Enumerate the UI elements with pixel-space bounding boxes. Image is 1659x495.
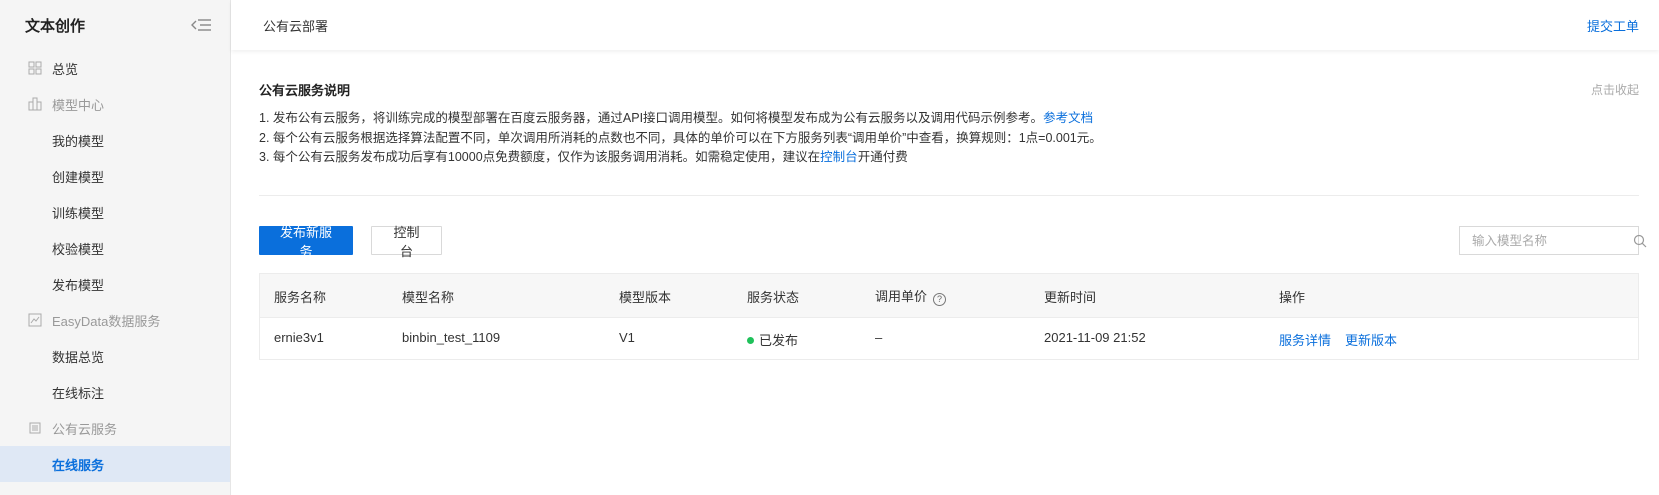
cell-model-name: binbin_test_1109: [402, 330, 501, 345]
header-service-status: 服务状态: [747, 290, 800, 305]
sidebar-item-overview[interactable]: 总览: [0, 50, 230, 86]
sidebar-item-label: 我的模型: [52, 133, 105, 149]
search-icon[interactable]: [1633, 234, 1647, 248]
divider: [259, 195, 1639, 196]
cell-price: –: [875, 330, 883, 345]
table-row: ernie3v1 binbin_test_1109 V1 已发布 – 2021-…: [260, 317, 1638, 359]
sidebar-item-label: 在线标注: [52, 385, 105, 401]
notice-line-1-text: 1. 发布公有云服务，将训练完成的模型部署在百度云服务器，通过API接口调用模型…: [259, 111, 1044, 125]
sidebar-item-label: 发布模型: [52, 277, 105, 293]
sidebar-item-my-models[interactable]: 我的模型: [0, 122, 230, 158]
notice-line-1: 1. 发布公有云服务，将训练完成的模型部署在百度云服务器，通过API接口调用模型…: [259, 109, 1639, 129]
header-service-name: 服务名称: [274, 290, 327, 305]
sidebar-item-label: 数据总览: [52, 349, 105, 365]
header-actions: 操作: [1279, 290, 1306, 305]
cell-version: V1: [619, 330, 635, 345]
question-icon[interactable]: ?: [933, 292, 947, 306]
page-title: 公有云部署: [263, 18, 329, 34]
notice-title: 公有云服务说明: [259, 83, 351, 98]
cell-status: 已发布: [747, 330, 798, 349]
sidebar-item-online-labeling[interactable]: 在线标注: [0, 374, 230, 410]
sidebar-item-data-overview[interactable]: 数据总览: [0, 338, 230, 374]
cell-service-name: ernie3v1: [274, 330, 324, 345]
notice-list: 1. 发布公有云服务，将训练完成的模型部署在百度云服务器，通过API接口调用模型…: [259, 109, 1639, 168]
top-bar: 公有云部署 提交工单: [231, 0, 1659, 50]
collapse-sidebar-icon[interactable]: [190, 17, 212, 33]
header-model-name: 模型名称: [402, 290, 455, 305]
notice-line-3-suffix: 开通付费: [857, 150, 908, 164]
service-table: 服务名称 模型名称 模型版本 服务状态 调用单价? 更新时间 操作 ernie3…: [259, 273, 1639, 360]
collapse-notice-link[interactable]: 点击收起: [1591, 81, 1639, 98]
model-search-input[interactable]: [1460, 227, 1633, 254]
model-center-icon: [28, 97, 42, 111]
header-updated-time: 更新时间: [1044, 290, 1097, 305]
status-text: 已发布: [759, 333, 799, 348]
notice-line-2: 2. 每个公有云服务根据选择算法配置不同，单次调用所消耗的点数也不同，具体的单价…: [259, 130, 1102, 145]
sidebar-item-label: 校验模型: [52, 241, 105, 257]
submit-ticket-link[interactable]: 提交工单: [1587, 16, 1639, 35]
sidebar-title: 文本创作: [25, 17, 86, 35]
notice-line-3-text: 3. 每个公有云服务发布成功后享有10000点免费额度，仅作为该服务调用消耗。如…: [259, 150, 821, 164]
sidebar-item-label: 训练模型: [52, 205, 105, 221]
cloud-list-icon: [28, 421, 42, 435]
sidebar-group-public-cloud[interactable]: 公有云服务: [0, 410, 230, 446]
console-button[interactable]: 控制台: [371, 225, 442, 259]
sidebar-item-label: EasyData数据服务: [52, 313, 161, 329]
service-detail-link[interactable]: 服务详情: [1279, 330, 1331, 349]
header-model-version: 模型版本: [619, 290, 672, 305]
search-box: [1459, 226, 1647, 255]
header-unit-price-label: 调用单价: [875, 289, 928, 304]
notice-line-3: 3. 每个公有云服务发布成功后享有10000点免费额度，仅作为该服务调用消耗。如…: [259, 148, 1639, 168]
header-unit-price: 调用单价?: [875, 286, 947, 306]
grid-icon: [28, 61, 42, 75]
sidebar-header: 文本创作: [0, 0, 230, 50]
table-header: 服务名称 模型名称 模型版本 服务状态 调用单价? 更新时间 操作: [260, 274, 1638, 317]
update-version-link[interactable]: 更新版本: [1345, 330, 1397, 349]
sidebar-item-label: 模型中心: [52, 97, 105, 113]
sidebar-item-label: 创建模型: [52, 169, 105, 185]
cell-updated: 2021-11-09 21:52: [1044, 330, 1146, 345]
sidebar: 文本创作 总览 模型中心 我的模型 创建模型 训练模型 校验模型 发布模型 Ea…: [0, 0, 231, 495]
sidebar-item-train-model[interactable]: 训练模型: [0, 194, 230, 230]
status-dot-icon: [747, 337, 754, 344]
sidebar-item-publish-model[interactable]: 发布模型: [0, 266, 230, 302]
reference-doc-link[interactable]: 参考文档: [1043, 111, 1093, 125]
sidebar-item-create-model[interactable]: 创建模型: [0, 158, 230, 194]
toolbar: 发布新服务 控制台: [259, 225, 1647, 259]
console-link[interactable]: 控制台: [820, 150, 858, 164]
sidebar-item-label: 总览: [52, 61, 79, 77]
chart-icon: [28, 313, 42, 327]
sidebar-item-validate-model[interactable]: 校验模型: [0, 230, 230, 266]
sidebar-group-model-center[interactable]: 模型中心: [0, 86, 230, 122]
sidebar-item-online-service[interactable]: 在线服务: [0, 446, 230, 482]
service-notice: 公有云服务说明 点击收起 1. 发布公有云服务，将训练完成的模型部署在百度云服务…: [259, 80, 1639, 168]
publish-new-service-button[interactable]: 发布新服务: [259, 225, 353, 259]
sidebar-group-easydata[interactable]: EasyData数据服务: [0, 302, 230, 338]
sidebar-item-label: 公有云服务: [52, 421, 118, 437]
main-content: 公有云部署 提交工单 公有云服务说明 点击收起 1. 发布公有云服务，将训练完成…: [231, 0, 1659, 495]
sidebar-item-label: 在线服务: [52, 457, 105, 473]
